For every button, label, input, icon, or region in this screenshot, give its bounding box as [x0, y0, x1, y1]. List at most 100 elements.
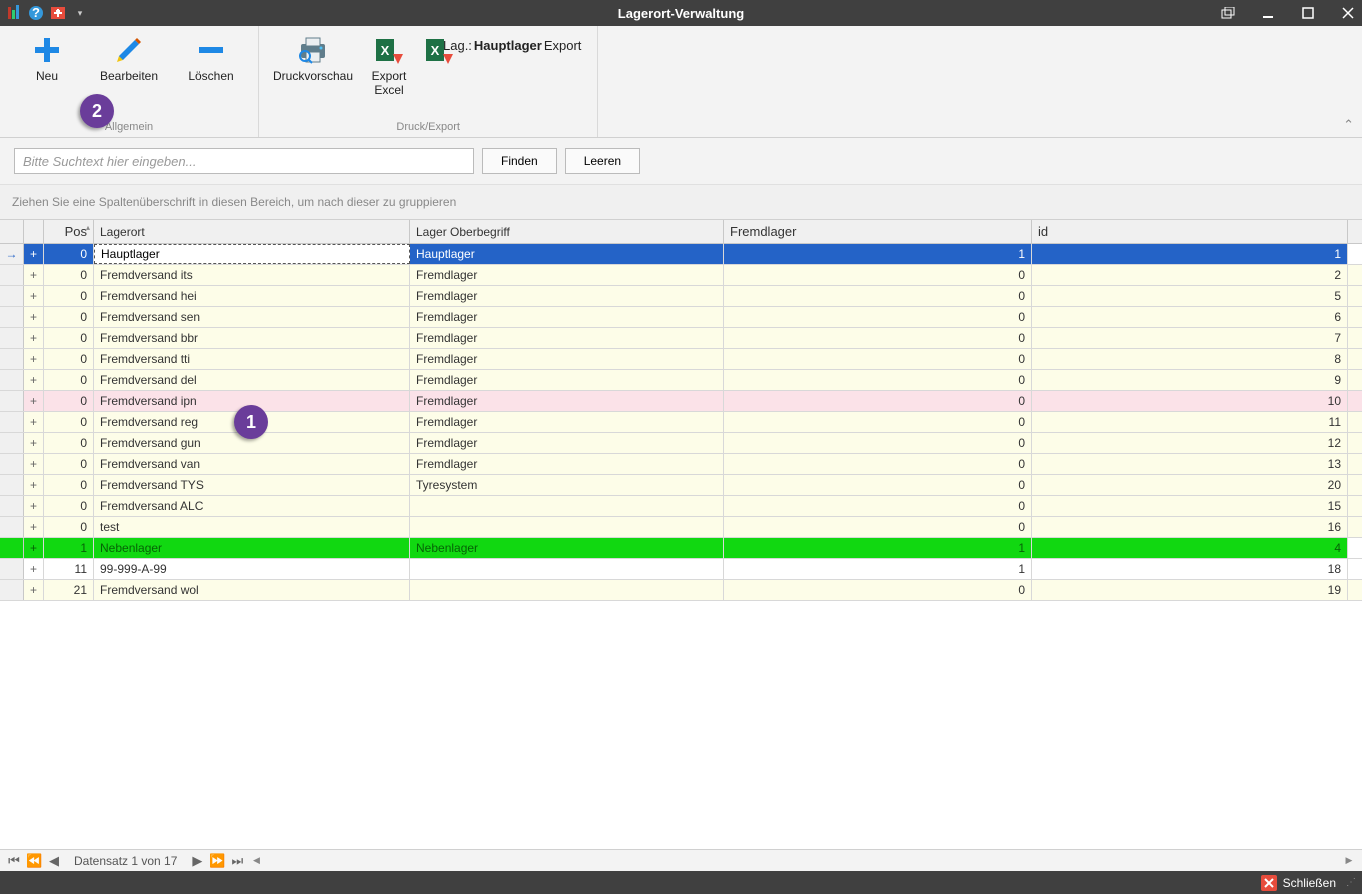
lager-export-suffix: Export — [544, 38, 582, 53]
cell-oberbegriff: Hauptlager — [410, 244, 724, 264]
window-maximize-button[interactable] — [1300, 5, 1316, 21]
find-button[interactable]: Finden — [482, 148, 557, 174]
close-icon[interactable] — [1261, 875, 1277, 891]
table-row[interactable]: →+0HauptlagerHauptlager11 — [0, 244, 1362, 265]
row-expand-button[interactable]: + — [24, 286, 44, 306]
row-indicator — [0, 496, 24, 516]
row-expand-button[interactable]: + — [24, 307, 44, 327]
row-indicator — [0, 580, 24, 600]
cell-oberbegriff — [410, 580, 724, 600]
row-expand-button[interactable]: + — [24, 517, 44, 537]
row-expand-button[interactable]: + — [24, 433, 44, 453]
table-row[interactable]: +1199-999-A-99118 — [0, 559, 1362, 580]
row-expand-button[interactable]: + — [24, 412, 44, 432]
lager-export-text[interactable]: Lag.: Hauptlager Export — [433, 30, 591, 119]
table-row[interactable]: +0Fremdversand ipnFremdlager010 — [0, 391, 1362, 412]
table-row[interactable]: +21Fremdversand wol019 — [0, 580, 1362, 601]
grid-header-pos[interactable]: Pos▴ — [44, 220, 94, 243]
row-expand-button[interactable]: + — [24, 370, 44, 390]
cell-lagerort: 99-999-A-99 — [94, 559, 410, 579]
nav-prevpage-button[interactable]: ⏪ — [26, 853, 42, 869]
nav-last-button[interactable]: ⏭ — [229, 853, 245, 869]
table-row[interactable]: +0Fremdversand gunFremdlager012 — [0, 433, 1362, 454]
cell-oberbegriff — [410, 559, 724, 579]
grid-header-oberbegriff[interactable]: Lager Oberbegriff — [410, 220, 724, 243]
cell-lagerort: Fremdversand bbr — [94, 328, 410, 348]
row-expand-button[interactable]: + — [24, 349, 44, 369]
hscroll-track[interactable] — [267, 855, 1320, 867]
table-row[interactable]: +0Fremdversand ALC015 — [0, 496, 1362, 517]
nav-first-button[interactable]: ⏮ — [6, 853, 22, 869]
cell-pos: 0 — [44, 244, 94, 264]
hscroll-left-icon[interactable]: ◀ — [249, 855, 263, 866]
row-expand-button[interactable]: + — [24, 559, 44, 579]
table-row[interactable]: +0Fremdversand ttiFremdlager08 — [0, 349, 1362, 370]
nav-nextpage-button[interactable]: ⏩ — [209, 853, 225, 869]
window-close-button[interactable] — [1340, 5, 1356, 21]
grid-rows: →+0HauptlagerHauptlager11+0Fremdversand … — [0, 244, 1362, 601]
export-excel-label: Export Excel — [363, 70, 415, 98]
cell-oberbegriff: Fremdlager — [410, 328, 724, 348]
table-row[interactable]: +0Fremdversand senFremdlager06 — [0, 307, 1362, 328]
cell-id: 10 — [1032, 391, 1348, 411]
cell-pos: 0 — [44, 328, 94, 348]
clear-button[interactable]: Leeren — [565, 148, 640, 174]
table-row[interactable]: +0Fremdversand regFremdlager011 — [0, 412, 1362, 433]
row-expand-button[interactable]: + — [24, 454, 44, 474]
titlebar: ? ▾ Lagerort-Verwaltung — [0, 0, 1362, 26]
record-navigator: ⏮ ⏪ ◀ Datensatz 1 von 17 ▶ ⏩ ⏭ ◀ ▶ — [0, 849, 1362, 871]
row-indicator — [0, 328, 24, 348]
hscroll-right-icon[interactable]: ▶ — [1342, 855, 1356, 866]
row-expand-button[interactable]: + — [24, 265, 44, 285]
table-row[interactable]: +1NebenlagerNebenlager14 — [0, 538, 1362, 559]
search-bar: Finden Leeren — [0, 138, 1362, 185]
nav-prev-button[interactable]: ◀ — [46, 853, 62, 869]
grid-header-id[interactable]: id — [1032, 220, 1348, 243]
search-input[interactable] — [14, 148, 474, 174]
cell-fremdlager: 0 — [724, 496, 1032, 516]
close-button-label[interactable]: Schließen — [1283, 876, 1336, 890]
grid-header-fremdlager[interactable]: Fremdlager — [724, 220, 1032, 243]
neu-button[interactable]: Neu — [6, 30, 88, 119]
druckvorschau-button[interactable]: Druckvorschau — [265, 30, 361, 119]
cell-fremdlager: 1 — [724, 244, 1032, 264]
row-expand-button[interactable]: + — [24, 538, 44, 558]
nav-next-button[interactable]: ▶ — [189, 853, 205, 869]
table-row[interactable]: +0Fremdversand TYSTyresystem020 — [0, 475, 1362, 496]
row-indicator — [0, 286, 24, 306]
loeschen-button[interactable]: Löschen — [170, 30, 252, 119]
row-expand-button[interactable]: + — [24, 328, 44, 348]
cell-pos: 0 — [44, 370, 94, 390]
export-excel-button[interactable]: X Export Excel — [361, 30, 417, 119]
row-expand-button[interactable]: + — [24, 496, 44, 516]
cell-pos: 0 — [44, 307, 94, 327]
resize-grip-icon[interactable]: ⋰ — [1346, 877, 1354, 888]
table-row[interactable]: +0Fremdversand itsFremdlager02 — [0, 265, 1362, 286]
cell-id: 9 — [1032, 370, 1348, 390]
help-icon[interactable]: ? — [28, 5, 44, 21]
table-row[interactable]: +0Fremdversand bbrFremdlager07 — [0, 328, 1362, 349]
table-row[interactable]: +0Fremdversand heiFremdlager05 — [0, 286, 1362, 307]
flag-icon[interactable] — [50, 5, 66, 21]
cell-oberbegriff: Fremdlager — [410, 265, 724, 285]
cell-id: 16 — [1032, 517, 1348, 537]
druckvorschau-label: Druckvorschau — [273, 70, 353, 84]
table-row[interactable]: +0Fremdversand delFremdlager09 — [0, 370, 1362, 391]
titlebar-dropdown-icon[interactable]: ▾ — [72, 5, 88, 21]
cell-pos: 0 — [44, 349, 94, 369]
ribbon-collapse-icon[interactable]: ⌃ — [1343, 117, 1354, 133]
group-panel[interactable]: Ziehen Sie eine Spaltenüberschrift in di… — [0, 185, 1362, 220]
window-restore-button[interactable] — [1220, 5, 1236, 21]
row-expand-button[interactable]: + — [24, 391, 44, 411]
grid-header-lagerort[interactable]: Lagerort — [94, 220, 410, 243]
cell-lagerort: Fremdversand sen — [94, 307, 410, 327]
row-expand-button[interactable]: + — [24, 475, 44, 495]
row-expand-button[interactable]: + — [24, 244, 44, 264]
table-row[interactable]: +0test016 — [0, 517, 1362, 538]
titlebar-left-icons: ? ▾ — [6, 5, 88, 21]
window-minimize-button[interactable] — [1260, 5, 1276, 21]
cell-id: 12 — [1032, 433, 1348, 453]
row-expand-button[interactable]: + — [24, 580, 44, 600]
table-row[interactable]: +0Fremdversand vanFremdlager013 — [0, 454, 1362, 475]
row-indicator — [0, 265, 24, 285]
